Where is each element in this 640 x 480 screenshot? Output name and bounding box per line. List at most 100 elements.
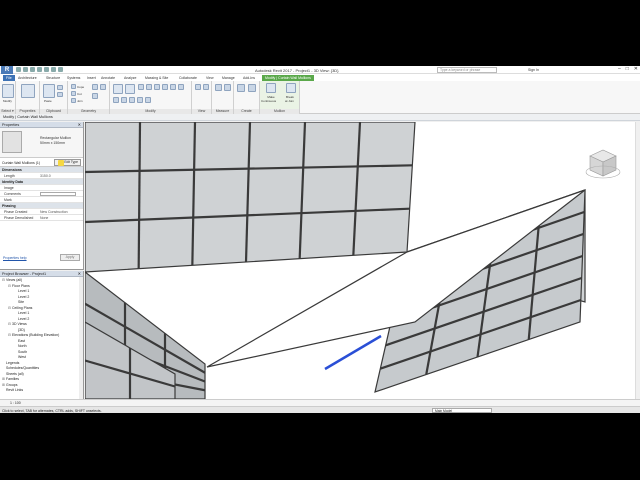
copy-element-icon[interactable] bbox=[162, 84, 168, 90]
split-icon[interactable] bbox=[113, 97, 119, 103]
maximize-button[interactable]: □ bbox=[626, 66, 629, 72]
panel-geometry: Cope Cut Join Geometry bbox=[68, 81, 110, 114]
create-group-icon[interactable] bbox=[248, 84, 256, 92]
quick-access-toolbar bbox=[16, 67, 63, 73]
print-icon[interactable] bbox=[44, 67, 49, 72]
offset-icon[interactable] bbox=[125, 84, 135, 94]
apply-button[interactable]: Apply bbox=[60, 254, 80, 261]
measure-tool-icon[interactable] bbox=[215, 84, 222, 91]
vertical-mullion[interactable] bbox=[137, 122, 142, 269]
tab-modify-curtain-wall-mullions[interactable]: Modify | Curtain Wall Mullions bbox=[262, 74, 314, 81]
options-bar-label: Modify | Curtain Wall Mullions bbox=[3, 115, 53, 119]
save-icon[interactable] bbox=[23, 67, 28, 72]
open-icon[interactable] bbox=[16, 67, 21, 72]
browser-node-label: East bbox=[18, 338, 26, 343]
override-icon[interactable] bbox=[203, 84, 209, 90]
cut-icon[interactable] bbox=[57, 92, 63, 97]
browser-node-label: Legends bbox=[6, 360, 20, 365]
browser-node-label: Level 2 bbox=[18, 316, 30, 321]
browser-scrollbar[interactable] bbox=[79, 277, 83, 399]
selected-mullion[interactable] bbox=[324, 334, 382, 371]
close-button[interactable]: ✕ bbox=[634, 66, 638, 72]
tab-add-ins[interactable]: Add-Ins bbox=[243, 75, 255, 81]
workset-selector[interactable]: Main Model bbox=[432, 408, 492, 413]
navigation-bar[interactable] bbox=[635, 122, 640, 399]
modify-button[interactable] bbox=[2, 84, 14, 98]
redo-icon[interactable] bbox=[37, 67, 42, 72]
properties-help-link[interactable]: Properties help bbox=[3, 256, 27, 260]
prop-key: Phase Demolished bbox=[4, 216, 34, 220]
search-input[interactable]: Type a keyword or phrase bbox=[437, 67, 497, 73]
copy-icon[interactable] bbox=[57, 85, 63, 90]
browser-node-label: Level 1 bbox=[18, 289, 30, 293]
scale-icon[interactable] bbox=[137, 97, 143, 103]
delete-icon[interactable] bbox=[145, 97, 151, 103]
mirror-pick-icon[interactable] bbox=[138, 84, 144, 90]
type-name-block: Rectangular Mullion 50mm x 150mm bbox=[40, 136, 71, 145]
browser-node[interactable]: Revit Links bbox=[0, 388, 83, 394]
tab-analyze[interactable]: Analyze bbox=[124, 75, 136, 81]
curtain-wall-model[interactable] bbox=[85, 122, 640, 399]
tab-systems[interactable]: Systems bbox=[67, 75, 80, 81]
browser-node-label: Ceiling Plans bbox=[12, 305, 33, 310]
measure-icon[interactable] bbox=[51, 67, 56, 72]
mirror-draw-icon[interactable] bbox=[146, 84, 152, 90]
status-text: Click to select, TAB for alternates, CTR… bbox=[2, 408, 102, 413]
viewcube-icon[interactable] bbox=[585, 149, 621, 179]
tab-view[interactable]: View bbox=[206, 75, 214, 81]
make-continuous-button[interactable] bbox=[266, 83, 276, 93]
tab-massing-site[interactable]: Massing & Site bbox=[145, 75, 168, 81]
dimension-icon[interactable] bbox=[224, 84, 231, 91]
join-icon[interactable] bbox=[71, 98, 76, 103]
minimize-button[interactable]: – bbox=[618, 66, 621, 72]
type-size: 50mm x 150mm bbox=[40, 140, 66, 145]
panel-mullion: Make Continuous Break at Join Mullion bbox=[260, 81, 300, 114]
comments-field[interactable] bbox=[40, 192, 76, 196]
view-scale[interactable]: 1 : 100 bbox=[10, 401, 21, 405]
browser-node-label: Floor Plans bbox=[12, 283, 30, 288]
tab-insert[interactable]: Insert bbox=[87, 75, 96, 81]
trim-icon[interactable] bbox=[178, 84, 184, 90]
tab-file[interactable]: File bbox=[3, 74, 15, 81]
undo-icon[interactable] bbox=[30, 67, 35, 72]
prop-row-phase-demolished[interactable]: Phase Demolished None bbox=[0, 215, 83, 221]
3d-viewport[interactable] bbox=[85, 122, 640, 399]
tab-structure[interactable]: Structure bbox=[46, 75, 60, 81]
paste-button[interactable] bbox=[43, 84, 55, 98]
align-icon[interactable] bbox=[113, 84, 123, 94]
browser-node-label: West bbox=[18, 355, 26, 359]
split-face-icon[interactable] bbox=[100, 84, 106, 90]
cut-label: Cut bbox=[77, 91, 82, 96]
join-label: Join bbox=[77, 98, 83, 103]
panel-modify: Modify bbox=[110, 81, 192, 114]
paste-button-label: Paste bbox=[44, 99, 52, 103]
tab-collaborate[interactable]: Collaborate bbox=[179, 75, 197, 81]
browser-node-label: North bbox=[18, 344, 27, 348]
3d-view-icon[interactable] bbox=[58, 67, 63, 72]
properties-button[interactable] bbox=[21, 84, 35, 98]
sign-in-link[interactable]: Sign In bbox=[528, 68, 539, 72]
break-at-join-button[interactable] bbox=[286, 83, 296, 93]
instance-filter[interactable]: Curtain Wall Mullions (1) Edit Type bbox=[0, 158, 83, 167]
browser-node-label: Views (all) bbox=[6, 278, 23, 282]
tab-architecture[interactable]: Architecture bbox=[18, 75, 37, 81]
cut-geometry-icon[interactable] bbox=[71, 91, 76, 96]
cope-icon[interactable] bbox=[71, 84, 76, 89]
browser-node-label: Site bbox=[18, 300, 25, 304]
tab-manage[interactable]: Manage bbox=[222, 75, 235, 81]
ribbon: Modify Select ▾ Properties Paste Clipboa… bbox=[0, 81, 640, 114]
app-logo-icon[interactable]: R bbox=[1, 66, 13, 74]
browser-node-label: Groups bbox=[6, 382, 18, 387]
status-bar: Click to select, TAB for alternates, CTR… bbox=[0, 406, 640, 413]
hide-icon[interactable] bbox=[195, 84, 201, 90]
paint-icon[interactable] bbox=[92, 84, 98, 90]
tab-annotate[interactable]: Annotate bbox=[101, 75, 115, 81]
demolish-icon[interactable] bbox=[92, 93, 98, 99]
move-icon[interactable] bbox=[154, 84, 160, 90]
project-browser: Project Browser - Project1 ✕ ⊟Views (all… bbox=[0, 271, 84, 399]
pin-icon[interactable] bbox=[121, 97, 127, 103]
type-selector[interactable]: Rectangular Mullion 50mm x 150mm bbox=[0, 128, 83, 158]
rotate-icon[interactable] bbox=[170, 84, 176, 90]
array-icon[interactable] bbox=[129, 97, 135, 103]
create-part-icon[interactable] bbox=[237, 84, 245, 92]
